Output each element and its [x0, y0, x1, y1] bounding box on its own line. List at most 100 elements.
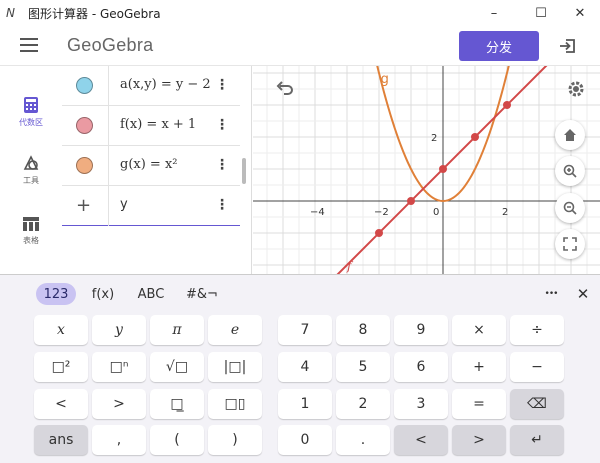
visibility-toggle[interactable]: [76, 117, 93, 134]
key-left-3-2[interactable]: (: [150, 425, 204, 455]
key-left-0-3[interactable]: e: [208, 315, 262, 345]
nav-item-table[interactable]: 表格: [0, 216, 62, 266]
nav-label: 工具: [23, 176, 39, 185]
point-on-f[interactable]: [407, 197, 415, 205]
more-vert-icon[interactable]: ⋮: [215, 157, 229, 173]
key-left-1-2[interactable]: √□: [150, 352, 204, 382]
point-on-f[interactable]: [471, 133, 479, 141]
algebra-expression[interactable]: a(x,y) = y − 2: [120, 77, 211, 92]
more-vert-icon[interactable]: ⋮: [215, 117, 229, 133]
title-bar: N 图形计算器 - GeoGebra – ☐ ✕: [0, 0, 600, 26]
key-left-3-0[interactable]: ans: [34, 425, 88, 455]
x-tick-label: −2: [374, 207, 389, 218]
virtual-keyboard: 123 f(x) ABC #&¬ ••• ✕ x y π e □² □ⁿ √□ |□| < > □̲…: [0, 274, 600, 463]
curve-label-g: g: [381, 72, 389, 87]
point-on-f[interactable]: [503, 101, 511, 109]
x-tick-label: −4: [310, 207, 325, 218]
key-right-2-0[interactable]: 1: [278, 389, 332, 419]
more-icon[interactable]: •••: [540, 283, 562, 305]
key-left-2-1[interactable]: >: [92, 389, 146, 419]
key-left-2-2[interactable]: □̲: [150, 389, 204, 419]
tab-123[interactable]: 123: [36, 283, 76, 305]
shapes-icon: [23, 155, 39, 170]
table-icon: [23, 217, 39, 231]
key-right-1-2[interactable]: 6: [394, 352, 448, 382]
minimize-button[interactable]: –: [474, 0, 514, 26]
graph-canvas[interactable]: −4 −2 0 2 2 g f: [253, 66, 600, 274]
more-vert-icon[interactable]: ⋮: [215, 197, 229, 213]
key-left-2-3[interactable]: □▯: [208, 389, 262, 419]
algebra-input[interactable]: y: [120, 197, 128, 212]
fullscreen-button[interactable]: [555, 229, 585, 259]
key-right-0-0[interactable]: 7: [278, 315, 332, 345]
close-keyboard-icon[interactable]: ✕: [572, 283, 594, 305]
home-icon: [564, 129, 576, 141]
key-left-0-2[interactable]: π: [150, 315, 204, 345]
key-right-1-1[interactable]: 5: [336, 352, 390, 382]
key-right-2-2[interactable]: 3: [394, 389, 448, 419]
key-left-3-1[interactable]: ,: [92, 425, 146, 455]
key-right-3-3[interactable]: >: [452, 425, 506, 455]
tab-abc[interactable]: ABC: [132, 283, 170, 305]
zoom-in-button[interactable]: [555, 156, 585, 186]
key-left-1-0[interactable]: □²: [34, 352, 88, 382]
visibility-toggle[interactable]: [76, 157, 93, 174]
keyboard-tabs: 123 f(x) ABC #&¬ ••• ✕: [0, 275, 600, 311]
algebra-row[interactable]: a(x,y) = y − 2 ⋮: [62, 66, 240, 106]
algebra-expression[interactable]: g(x) = x²: [120, 157, 178, 172]
zoom-out-button[interactable]: [555, 193, 585, 223]
key-right-1-3[interactable]: +: [452, 352, 506, 382]
parabola-g[interactable]: [369, 66, 515, 203]
y-tick-label: 2: [431, 133, 437, 144]
key-right-1-4[interactable]: −: [510, 352, 564, 382]
add-icon[interactable]: +: [76, 195, 91, 216]
key-left-1-1[interactable]: □ⁿ: [92, 352, 146, 382]
algebra-row[interactable]: f(x) = x + 1 ⋮: [62, 106, 240, 146]
key-right-0-4[interactable]: ÷: [510, 315, 564, 345]
key-right-3-1[interactable]: .: [336, 425, 390, 455]
key-right-0-1[interactable]: 8: [336, 315, 390, 345]
maximize-button[interactable]: ☐: [521, 0, 561, 26]
key-right-0-2[interactable]: 9: [394, 315, 448, 345]
key-right-2-3[interactable]: =: [452, 389, 506, 419]
point-on-f[interactable]: [439, 165, 447, 173]
key-right-2-1[interactable]: 2: [336, 389, 390, 419]
key-right-0-3[interactable]: ×: [452, 315, 506, 345]
scrollbar[interactable]: [242, 158, 246, 184]
nav-item-algebra[interactable]: 代数区: [0, 96, 62, 146]
close-window-button[interactable]: ✕: [560, 0, 600, 26]
visibility-toggle[interactable]: [76, 77, 93, 94]
key-left-1-3[interactable]: |□|: [208, 352, 262, 382]
algebra-expression[interactable]: f(x) = x + 1: [120, 117, 196, 132]
undo-icon[interactable]: [275, 80, 295, 96]
algebra-input-row[interactable]: + y ⋮: [62, 186, 240, 226]
key-right-2-4[interactable]: ⌫: [510, 389, 564, 419]
x-tick-label: 2: [502, 207, 508, 218]
share-button[interactable]: 分发: [459, 31, 539, 61]
sign-in-icon[interactable]: [558, 36, 578, 56]
graphics-view[interactable]: −4 −2 0 2 2 g f: [253, 66, 600, 274]
home-button[interactable]: [555, 120, 585, 150]
key-left-0-1[interactable]: y: [92, 315, 146, 345]
key-left-2-0[interactable]: <: [34, 389, 88, 419]
key-left-3-3[interactable]: ): [208, 425, 262, 455]
nav-item-tools[interactable]: 工具: [0, 154, 62, 204]
tab-symbols[interactable]: #&¬: [184, 283, 220, 305]
point-on-f[interactable]: [375, 229, 383, 237]
zoom-out-icon: [563, 201, 577, 215]
key-right-3-2[interactable]: <: [394, 425, 448, 455]
key-right-1-0[interactable]: 4: [278, 352, 332, 382]
curve-label-f: f: [346, 259, 354, 273]
nav-label: 表格: [23, 236, 39, 245]
hamburger-menu-icon[interactable]: [20, 38, 38, 52]
calculator-icon: [24, 97, 38, 113]
algebra-panel: a(x,y) = y − 2 ⋮ f(x) = x + 1 ⋮ g(x) = x…: [62, 66, 252, 274]
key-right-3-4[interactable]: ↵: [510, 425, 564, 455]
algebra-row[interactable]: g(x) = x² ⋮: [62, 146, 240, 186]
key-left-0-0[interactable]: x: [34, 315, 88, 345]
tab-functions[interactable]: f(x): [86, 283, 120, 305]
settings-gear-icon[interactable]: [566, 79, 586, 99]
brand-logo: GeoGebra: [67, 35, 154, 55]
key-right-3-0[interactable]: 0: [278, 425, 332, 455]
more-vert-icon[interactable]: ⋮: [215, 77, 229, 93]
